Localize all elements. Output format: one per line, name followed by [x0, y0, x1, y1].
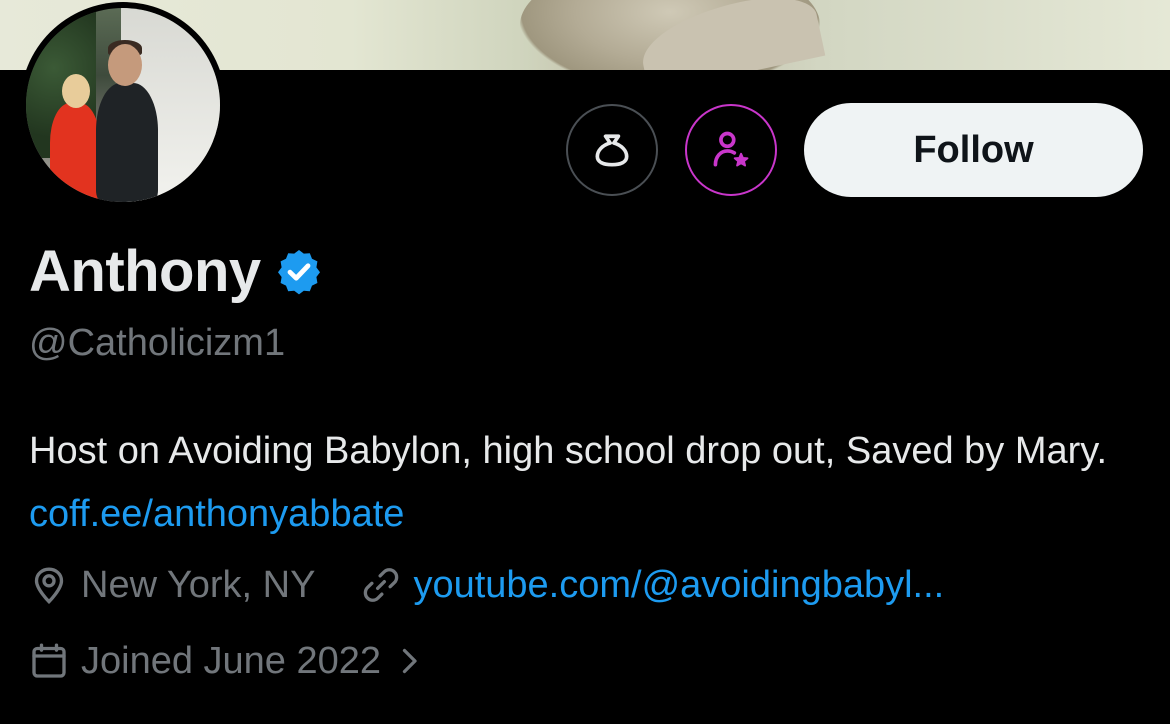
profile-website-link[interactable]: youtube.com/@avoidingbabyl...: [413, 564, 944, 607]
profile-joined-date: Joined June 2022: [81, 639, 382, 682]
calendar-icon: [29, 641, 69, 681]
profile-meta: New York, NY youtube.com/@avoidingbabyl.…: [29, 560, 944, 610]
location-pin-icon: [29, 565, 69, 605]
profile-joined-row[interactable]: Joined June 2022: [29, 636, 443, 686]
verified-badge-icon[interactable]: [275, 247, 323, 295]
follow-button[interactable]: Follow: [804, 103, 1143, 197]
bio-text: Host on Avoiding Babylon, high school dr…: [29, 430, 1108, 472]
subscribe-button[interactable]: [566, 104, 658, 196]
profile-handle: @Catholicizm1: [29, 322, 286, 364]
grok-profile-button[interactable]: [685, 104, 777, 196]
profile-location: New York, NY: [81, 563, 316, 606]
avatar-person-right: [96, 83, 158, 202]
profile-bio: Host on Avoiding Babylon, high school dr…: [29, 420, 1149, 546]
display-name: Anthony: [29, 238, 261, 304]
name-row: Anthony: [29, 236, 323, 306]
bio-link[interactable]: coff.ee/anthonyabbate: [29, 493, 404, 535]
avatar-person-left-head: [62, 74, 90, 108]
avatar-person-left: [50, 103, 100, 202]
avatar-person-right-head: [108, 44, 142, 86]
link-icon: [361, 565, 401, 605]
money-bag-icon: [595, 134, 629, 167]
chevron-right-icon: [391, 641, 431, 681]
avatar[interactable]: [26, 8, 220, 202]
person-star-icon: [713, 131, 749, 167]
